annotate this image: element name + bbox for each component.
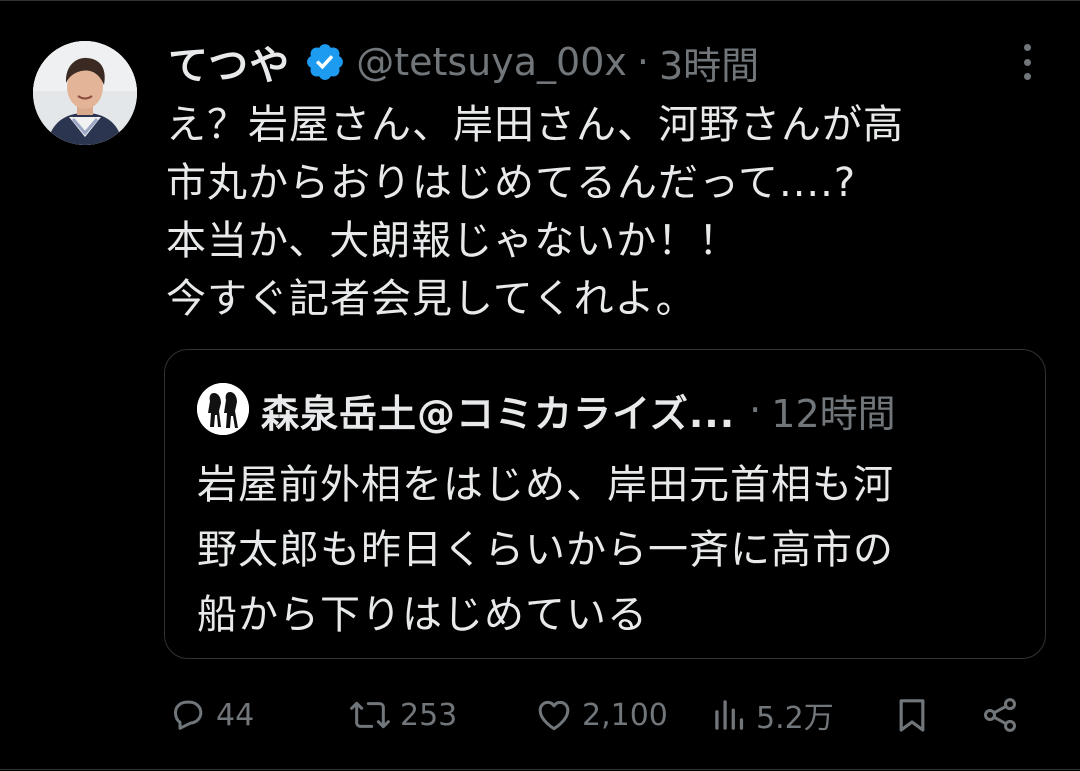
heart-icon	[534, 695, 574, 735]
bookmark-button[interactable]	[892, 690, 932, 740]
like-button[interactable]: 2,100	[534, 690, 668, 740]
tweet-text-line: 今すぐ記者会見してくれよ。	[166, 276, 697, 322]
views-count: 5.2万	[756, 701, 834, 736]
quote-timestamp: 12時間	[771, 391, 896, 436]
more-dot	[1023, 58, 1031, 66]
reply-count: 44	[216, 697, 255, 733]
quote-header-separator: ·	[749, 388, 762, 432]
more-dot	[1023, 44, 1031, 51]
top-divider	[0, 0, 1080, 1]
repost-button[interactable]: 253	[348, 690, 457, 740]
verified-badge-icon	[304, 41, 346, 83]
action-bar: 44 253 2,100 5.2万	[166, 690, 1036, 740]
more-vertical-icon[interactable]	[1012, 42, 1042, 82]
header-separator: ·	[636, 40, 649, 84]
reply-icon	[168, 695, 208, 735]
quote-author-avatar[interactable]	[197, 383, 249, 435]
share-button[interactable]	[980, 690, 1020, 740]
quoted-tweet-card[interactable]: 森泉岳土@コミカライズ... · 12時間 岩屋前外相をはじめ、岸田元首相も河 …	[164, 349, 1046, 659]
repost-icon	[348, 695, 392, 735]
bookmark-icon	[892, 695, 932, 735]
author-display-name[interactable]: てつや	[168, 33, 290, 91]
share-icon	[980, 695, 1020, 735]
tweet-timestamp[interactable]: 3時間	[659, 35, 759, 90]
tweet-header: てつや @tetsuya_00x · 3時間	[168, 32, 759, 92]
author-avatar[interactable]	[33, 41, 137, 145]
tweet-text: え？岩屋さん、岸田さん、河野さんが高 市丸からおりはじめてるんだって....? …	[166, 96, 1046, 328]
quote-author-name[interactable]: 森泉岳土@コミカライズ...	[261, 383, 735, 438]
views-button[interactable]: 5.2万	[712, 690, 834, 740]
like-count: 2,100	[582, 697, 668, 733]
reply-button[interactable]: 44	[168, 690, 254, 740]
quote-text: 岩屋前外相をはじめ、岸田元首相も河 野太郎も昨日くらいから一斉に高市の 船から下…	[197, 453, 1027, 648]
quote-avatar-illustration	[197, 383, 249, 435]
tweet-text-line: 本当か、大朗報じゃないか！！	[166, 218, 740, 264]
more-dot	[1023, 73, 1031, 80]
bottom-divider	[0, 769, 1080, 770]
views-chart-icon	[712, 695, 748, 735]
quote-text-line: 船から下りはじめている	[197, 592, 648, 638]
quote-header: 森泉岳土@コミカライズ... · 12時間	[261, 380, 896, 440]
quote-text-line: 野太郎も昨日くらいから一斉に高市の	[197, 527, 894, 573]
tweet-text-line: え？岩屋さん、岸田さん、河野さんが高	[166, 102, 904, 148]
quote-text-line: 岩屋前外相をはじめ、岸田元首相も河	[197, 462, 894, 508]
avatar-photo	[33, 41, 137, 145]
author-handle[interactable]: @tetsuya_00x	[356, 40, 627, 84]
repost-count: 253	[400, 697, 458, 733]
tweet-text-line: 市丸からおりはじめてるんだって....?	[166, 160, 857, 206]
